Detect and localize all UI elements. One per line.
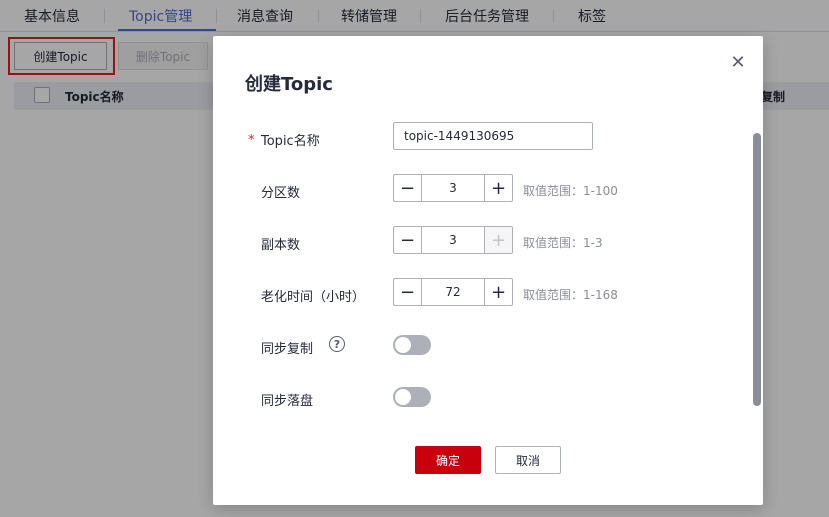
partitions-range-hint: 取值范围：1-100: [523, 184, 618, 198]
sync-replication-label: 同步复制: [261, 342, 314, 357]
required-marker: *: [248, 133, 255, 148]
replicas-range-hint: 取值范围：1-3: [523, 236, 603, 250]
sync-flush-label: 同步落盘: [261, 394, 314, 409]
aging-time-value[interactable]: 72: [422, 279, 484, 305]
create-topic-dialog: 创建Topic ✕ * Topic名称 topic-1449130695 分区数…: [213, 36, 763, 505]
increment-button[interactable]: +: [484, 279, 512, 305]
topic-name-label: Topic名称: [261, 134, 320, 149]
increment-button[interactable]: +: [484, 227, 512, 253]
help-icon[interactable]: ?: [329, 336, 345, 352]
cancel-button[interactable]: 取消: [495, 446, 561, 474]
confirm-button[interactable]: 确定: [415, 446, 481, 474]
scrollbar[interactable]: [753, 133, 761, 406]
aging-time-label: 老化时间（小时）: [261, 290, 366, 305]
topic-name-input[interactable]: topic-1449130695: [393, 122, 593, 150]
replicas-value[interactable]: 3: [422, 227, 484, 253]
decrement-button[interactable]: −: [394, 175, 422, 201]
aging-time-range-hint: 取值范围：1-168: [523, 288, 618, 302]
replicas-stepper: − 3 +: [393, 226, 513, 254]
partitions-stepper: − 3 +: [393, 174, 513, 202]
dialog-title: 创建Topic: [245, 74, 333, 95]
increment-button[interactable]: +: [484, 175, 512, 201]
close-icon[interactable]: ✕: [728, 52, 748, 73]
partitions-value[interactable]: 3: [422, 175, 484, 201]
aging-time-stepper: − 72 +: [393, 278, 513, 306]
decrement-button[interactable]: −: [394, 227, 422, 253]
sync-flush-toggle[interactable]: [393, 387, 431, 407]
sync-replication-toggle[interactable]: [393, 335, 431, 355]
toggle-knob: [395, 337, 411, 353]
toggle-knob: [395, 389, 411, 405]
partitions-label: 分区数: [261, 186, 301, 201]
replicas-label: 副本数: [261, 238, 301, 253]
decrement-button[interactable]: −: [394, 279, 422, 305]
